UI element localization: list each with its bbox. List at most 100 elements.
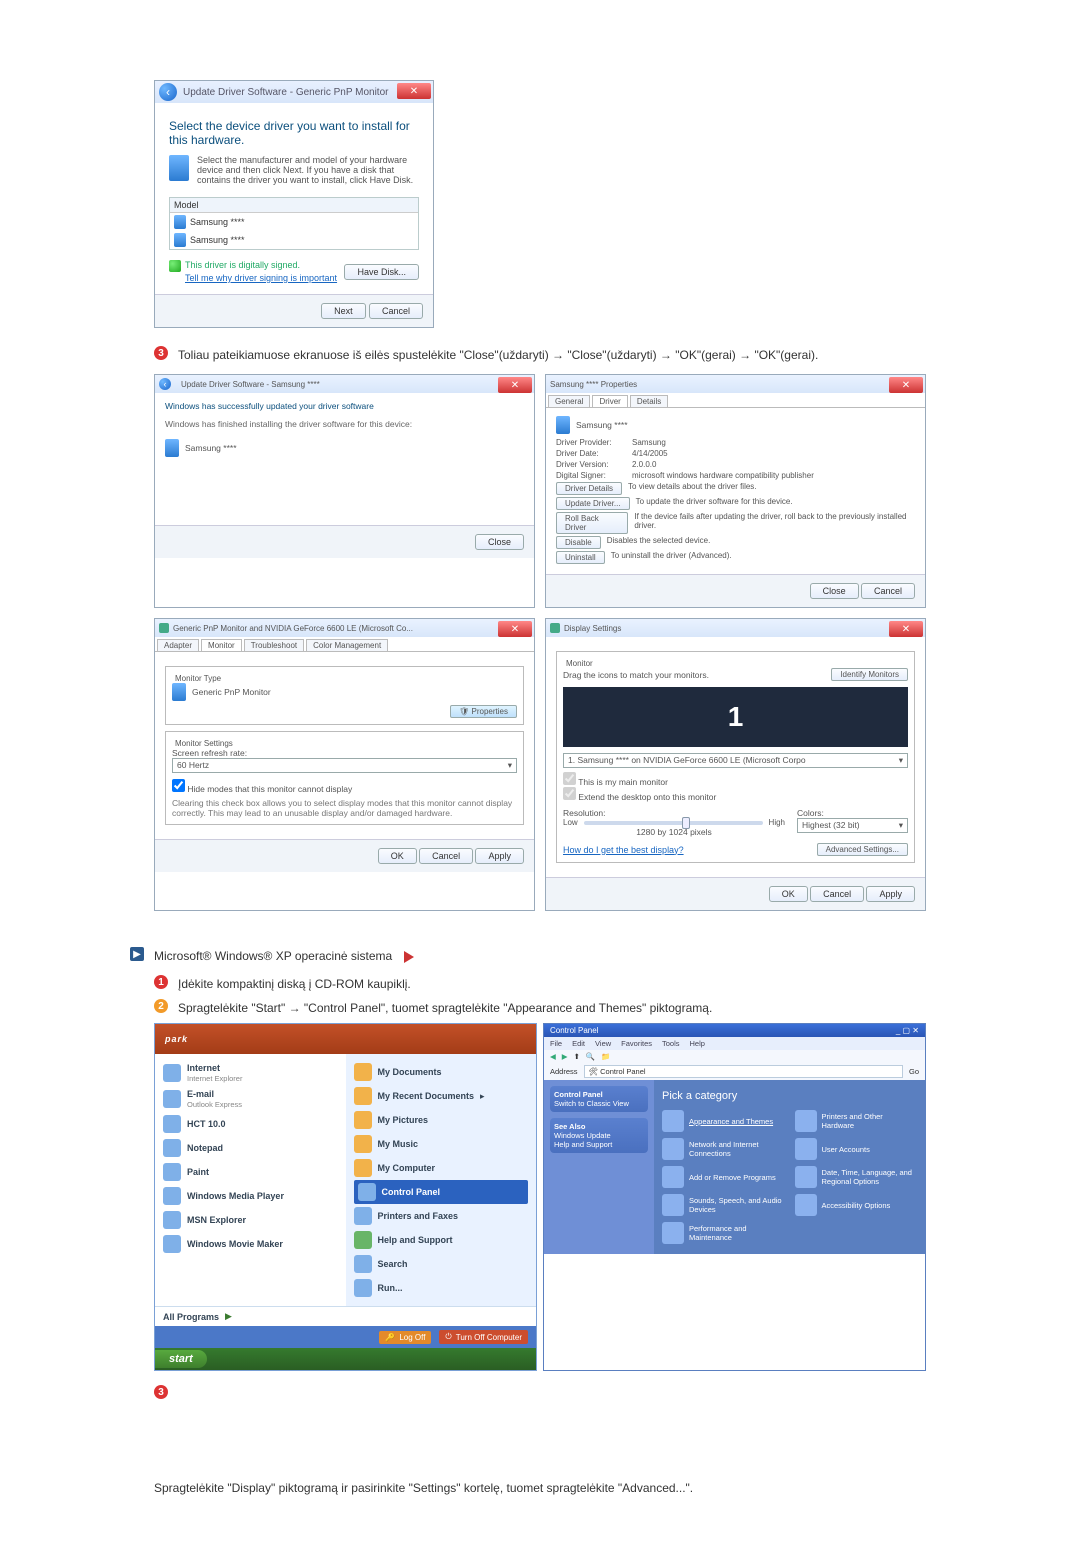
start-item[interactable]: Printers and Faxes — [354, 1204, 529, 1228]
start-item[interactable]: Paint — [163, 1160, 338, 1184]
start-item[interactable]: HCT 10.0 — [163, 1112, 338, 1136]
properties-button[interactable]: 🛡 Properties — [450, 705, 517, 718]
category-item[interactable]: User Accounts — [795, 1138, 918, 1160]
start-button[interactable]: start — [155, 1350, 207, 1368]
identify-button[interactable]: Identify Monitors — [831, 668, 908, 681]
monitor-preview[interactable]: 1 — [563, 687, 908, 747]
category-item[interactable]: Performance and Maintenance — [662, 1222, 785, 1244]
apply-button[interactable]: Apply — [475, 848, 524, 864]
back-icon[interactable]: ◀ — [550, 1052, 556, 1061]
menu-item[interactable]: Help — [690, 1039, 705, 1048]
best-display-link[interactable]: How do I get the best display? — [563, 845, 684, 855]
advanced-button[interactable]: Advanced Settings... — [817, 843, 908, 856]
ok-button[interactable]: OK — [378, 848, 417, 864]
resolution-slider[interactable]: Low High — [563, 818, 785, 827]
category-item[interactable]: Appearance and Themes — [662, 1110, 785, 1132]
close-icon[interactable]: ✕ — [889, 377, 923, 393]
refresh-label: Screen refresh rate: — [172, 748, 517, 758]
all-programs[interactable]: All Programs — [163, 1312, 219, 1322]
driver-details-button[interactable]: Driver Details — [556, 482, 622, 495]
apply-button[interactable]: Apply — [866, 886, 915, 902]
help-support-link[interactable]: Help and Support — [554, 1140, 612, 1149]
refresh-select[interactable]: 60 Hertz▾ — [172, 758, 517, 773]
forward-icon[interactable]: ▶ — [562, 1052, 568, 1061]
tab-monitor[interactable]: Monitor — [201, 639, 242, 651]
cancel-button[interactable]: Cancel — [369, 303, 423, 319]
cancel-button[interactable]: Cancel — [419, 848, 473, 864]
folders-icon[interactable]: 📁 — [601, 1052, 610, 1061]
close-button[interactable]: Close — [810, 583, 859, 599]
uninstall-button[interactable]: Uninstall — [556, 551, 605, 564]
category-item[interactable]: Add or Remove Programs — [662, 1166, 785, 1188]
tab-driver[interactable]: Driver — [592, 395, 627, 407]
start-item[interactable]: My Documents — [354, 1060, 529, 1084]
start-item[interactable]: MSN Explorer — [163, 1208, 338, 1232]
menu-item[interactable]: Edit — [572, 1039, 585, 1048]
tab-general[interactable]: General — [548, 395, 590, 407]
hide-modes-checkbox[interactable] — [172, 779, 185, 792]
start-item[interactable]: Windows Media Player — [163, 1184, 338, 1208]
disable-button[interactable]: Disable — [556, 536, 601, 549]
cancel-button[interactable]: Cancel — [810, 886, 864, 902]
tab-details[interactable]: Details — [630, 395, 668, 407]
menu-item[interactable]: File — [550, 1039, 562, 1048]
start-item[interactable]: My Music — [354, 1132, 529, 1156]
start-item[interactable]: Windows Movie Maker — [163, 1232, 338, 1256]
back-icon[interactable]: ‹ — [159, 83, 177, 101]
category-item[interactable]: Date, Time, Language, and Regional Optio… — [795, 1166, 918, 1188]
category-item[interactable]: Accessibility Options — [795, 1194, 918, 1216]
up-icon[interactable]: ⬆ — [574, 1052, 580, 1061]
ok-button[interactable]: OK — [769, 886, 808, 902]
tab-troubleshoot[interactable]: Troubleshoot — [244, 639, 304, 651]
model-header: Model — [170, 198, 418, 213]
tab-adapter[interactable]: Adapter — [157, 639, 199, 651]
address-field[interactable]: 🛠 Control Panel — [584, 1065, 903, 1078]
signing-link[interactable]: Tell me why driver signing is important — [185, 273, 337, 283]
cancel-button[interactable]: Cancel — [861, 583, 915, 599]
tab-color[interactable]: Color Management — [306, 639, 388, 651]
close-icon[interactable]: ✕ — [498, 621, 532, 637]
search-icon[interactable]: 🔍 — [586, 1052, 595, 1061]
go-button[interactable]: Go — [909, 1067, 919, 1076]
step-text: Įdėkite kompaktinį diską į CD-ROM kaupik… — [178, 975, 411, 993]
model-row[interactable]: Samsung **** — [170, 213, 418, 231]
category-item[interactable]: Printers and Other Hardware — [795, 1110, 918, 1132]
logoff-button[interactable]: 🔑 Log Off — [379, 1331, 431, 1344]
start-item[interactable]: Search — [354, 1252, 529, 1276]
close-icon[interactable]: ✕ — [397, 83, 431, 99]
rollback-driver-button[interactable]: Roll Back Driver — [556, 512, 628, 534]
turnoff-button[interactable]: ⏻ Turn Off Computer — [439, 1330, 528, 1344]
close-button[interactable]: Close — [475, 534, 524, 550]
have-disk-button[interactable]: Have Disk... — [344, 264, 419, 280]
app-icon — [163, 1187, 181, 1205]
next-button[interactable]: Next — [321, 303, 366, 319]
monitor-select[interactable]: 1. Samsung **** on NVIDIA GeForce 6600 L… — [563, 753, 908, 768]
chevron-right-icon: ▶ — [225, 1311, 232, 1322]
menu-item[interactable]: View — [595, 1039, 611, 1048]
category-item[interactable]: Network and Internet Connections — [662, 1138, 785, 1160]
model-row[interactable]: Samsung **** — [170, 231, 418, 249]
start-item[interactable]: Notepad — [163, 1136, 338, 1160]
start-item[interactable]: Run... — [354, 1276, 529, 1300]
start-item[interactable]: Help and Support — [354, 1228, 529, 1252]
start-item[interactable]: E-mailOutlook Express — [163, 1086, 338, 1112]
start-item[interactable]: My Computer — [354, 1156, 529, 1180]
close-icon[interactable]: ✕ — [889, 621, 923, 637]
menu-item[interactable]: Favorites — [621, 1039, 652, 1048]
drag-hint: Drag the icons to match your monitors. — [563, 670, 709, 680]
update-driver-button[interactable]: Update Driver... — [556, 497, 630, 510]
start-item[interactable]: My Recent Documents ▸ — [354, 1084, 529, 1108]
collapse-icon[interactable] — [404, 951, 414, 963]
folder-icon — [354, 1231, 372, 1249]
start-item[interactable]: My Pictures — [354, 1108, 529, 1132]
category-item[interactable]: Sounds, Speech, and Audio Devices — [662, 1194, 785, 1216]
close-icon[interactable]: ✕ — [498, 377, 532, 393]
window-controls[interactable]: _ ▢ ✕ — [896, 1026, 919, 1035]
menu-item[interactable]: Tools — [662, 1039, 680, 1048]
start-item[interactable]: Control Panel — [354, 1180, 529, 1204]
back-icon[interactable]: ‹ — [159, 378, 171, 390]
windows-update-link[interactable]: Windows Update — [554, 1131, 611, 1140]
switch-view-link[interactable]: Switch to Classic View — [554, 1099, 629, 1108]
colors-select[interactable]: Highest (32 bit)▾ — [797, 818, 908, 833]
start-item[interactable]: InternetInternet Explorer — [163, 1060, 338, 1086]
